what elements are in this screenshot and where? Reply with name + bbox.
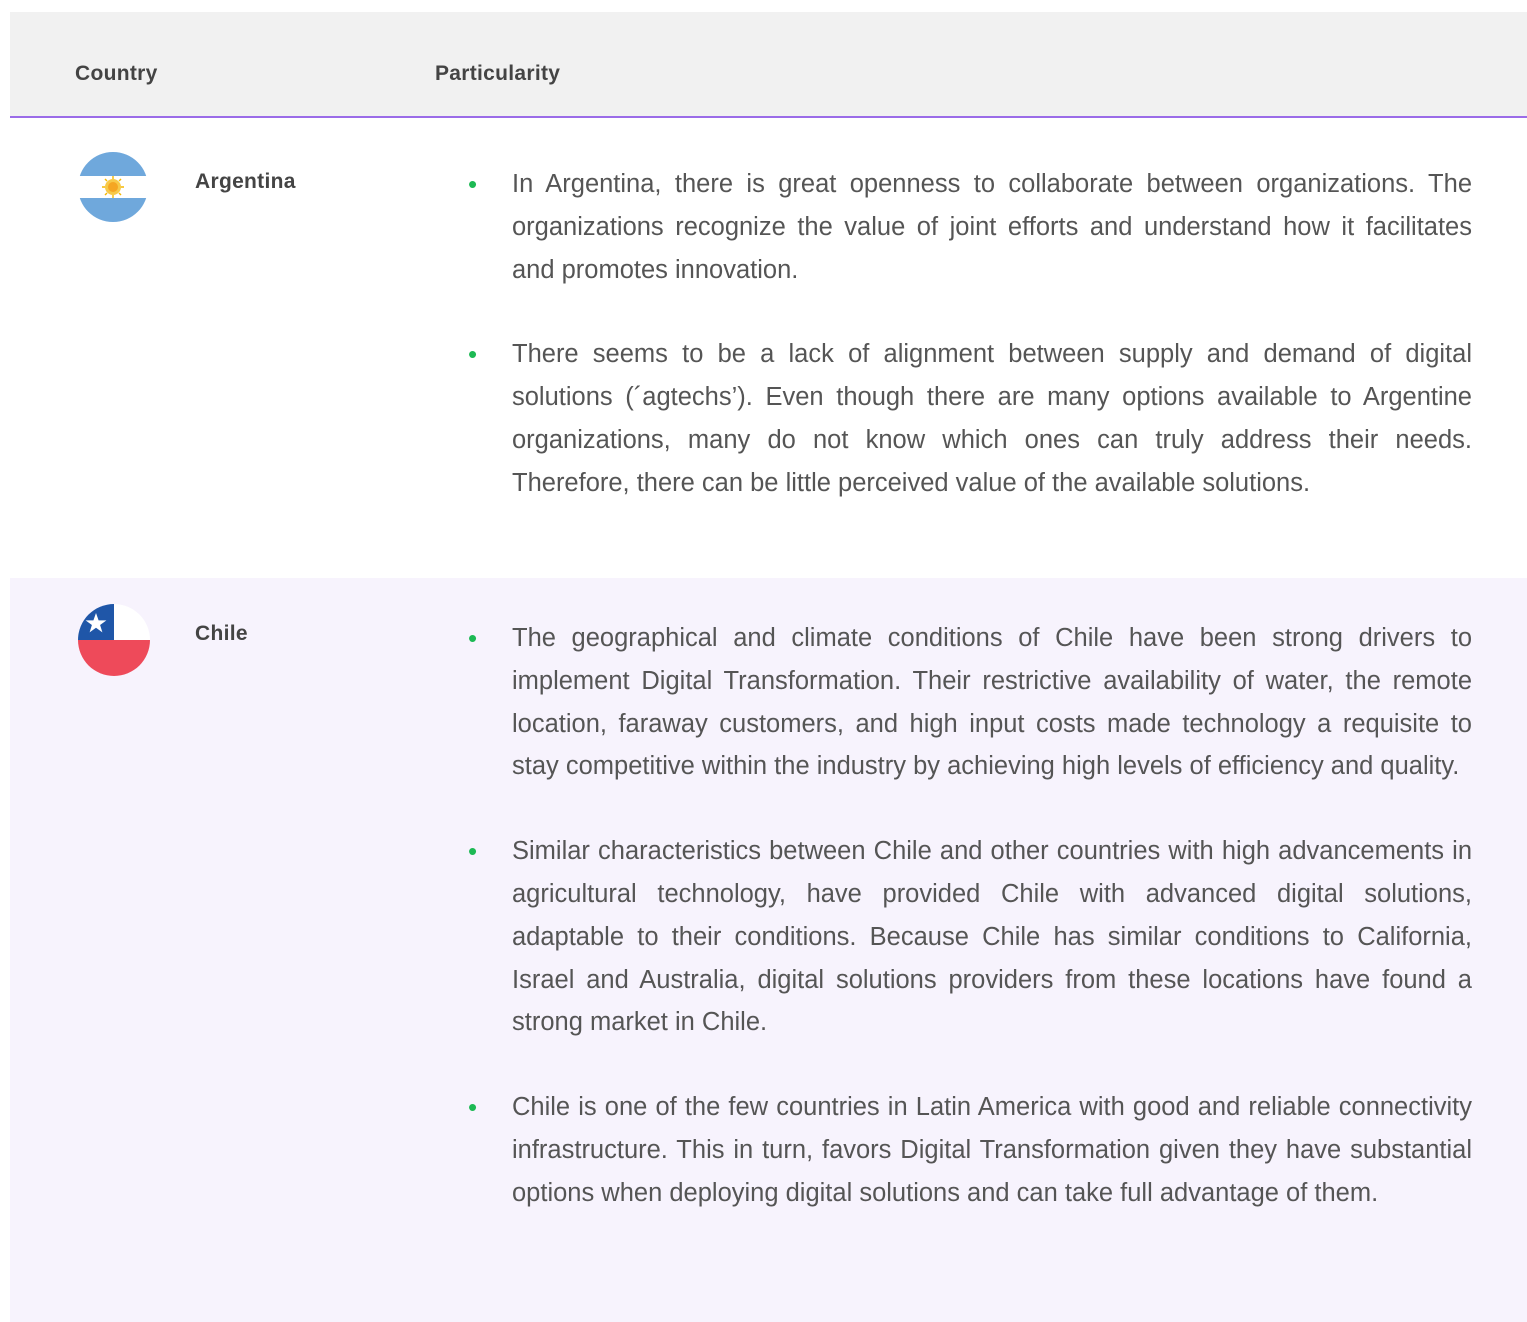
country-name-chile: Chile [195,622,248,645]
bullet-dot-icon: • [468,339,478,370]
header-country: Country [75,62,158,85]
list-item: • There seems to be a lack of alignment … [468,333,1472,504]
table-row-argentina: Argentina • In Argentina, there is great… [10,118,1527,578]
list-item: • Similar characteristics between Chile … [468,830,1472,1044]
argentina-flag-icon [78,152,148,222]
particularity-list-chile: • The geographical and climate condition… [468,617,1472,1257]
bullet-text: Similar characteristics between Chile an… [512,837,1472,1037]
list-item: • The geographical and climate condition… [468,617,1472,788]
country-name-argentina: Argentina [195,170,296,193]
bullet-text: In Argentina, there is great openness to… [512,170,1472,284]
country-particularity-table: Country Particularity Argentina • In Arg… [10,12,1527,1322]
bullet-dot-icon: • [468,623,478,653]
bullet-dot-icon: • [468,836,478,867]
list-item: • In Argentina, there is great openness … [468,163,1472,291]
bullet-text: Chile is one of the few countries in Lat… [512,1093,1472,1207]
table-row-chile: Chile • The geographical and climate con… [10,578,1527,1322]
bullet-dot-icon: • [468,169,478,199]
bullet-text: The geographical and climate conditions … [512,624,1472,781]
bullet-dot-icon: • [468,1092,478,1123]
header-particularity: Particularity [435,62,561,85]
bullet-text: There seems to be a lack of alignment be… [512,340,1472,497]
chile-flag-icon [78,604,150,676]
particularity-list-argentina: • In Argentina, there is great openness … [468,163,1472,547]
table-header: Country Particularity [10,12,1527,118]
list-item: • Chile is one of the few countries in L… [468,1086,1472,1214]
